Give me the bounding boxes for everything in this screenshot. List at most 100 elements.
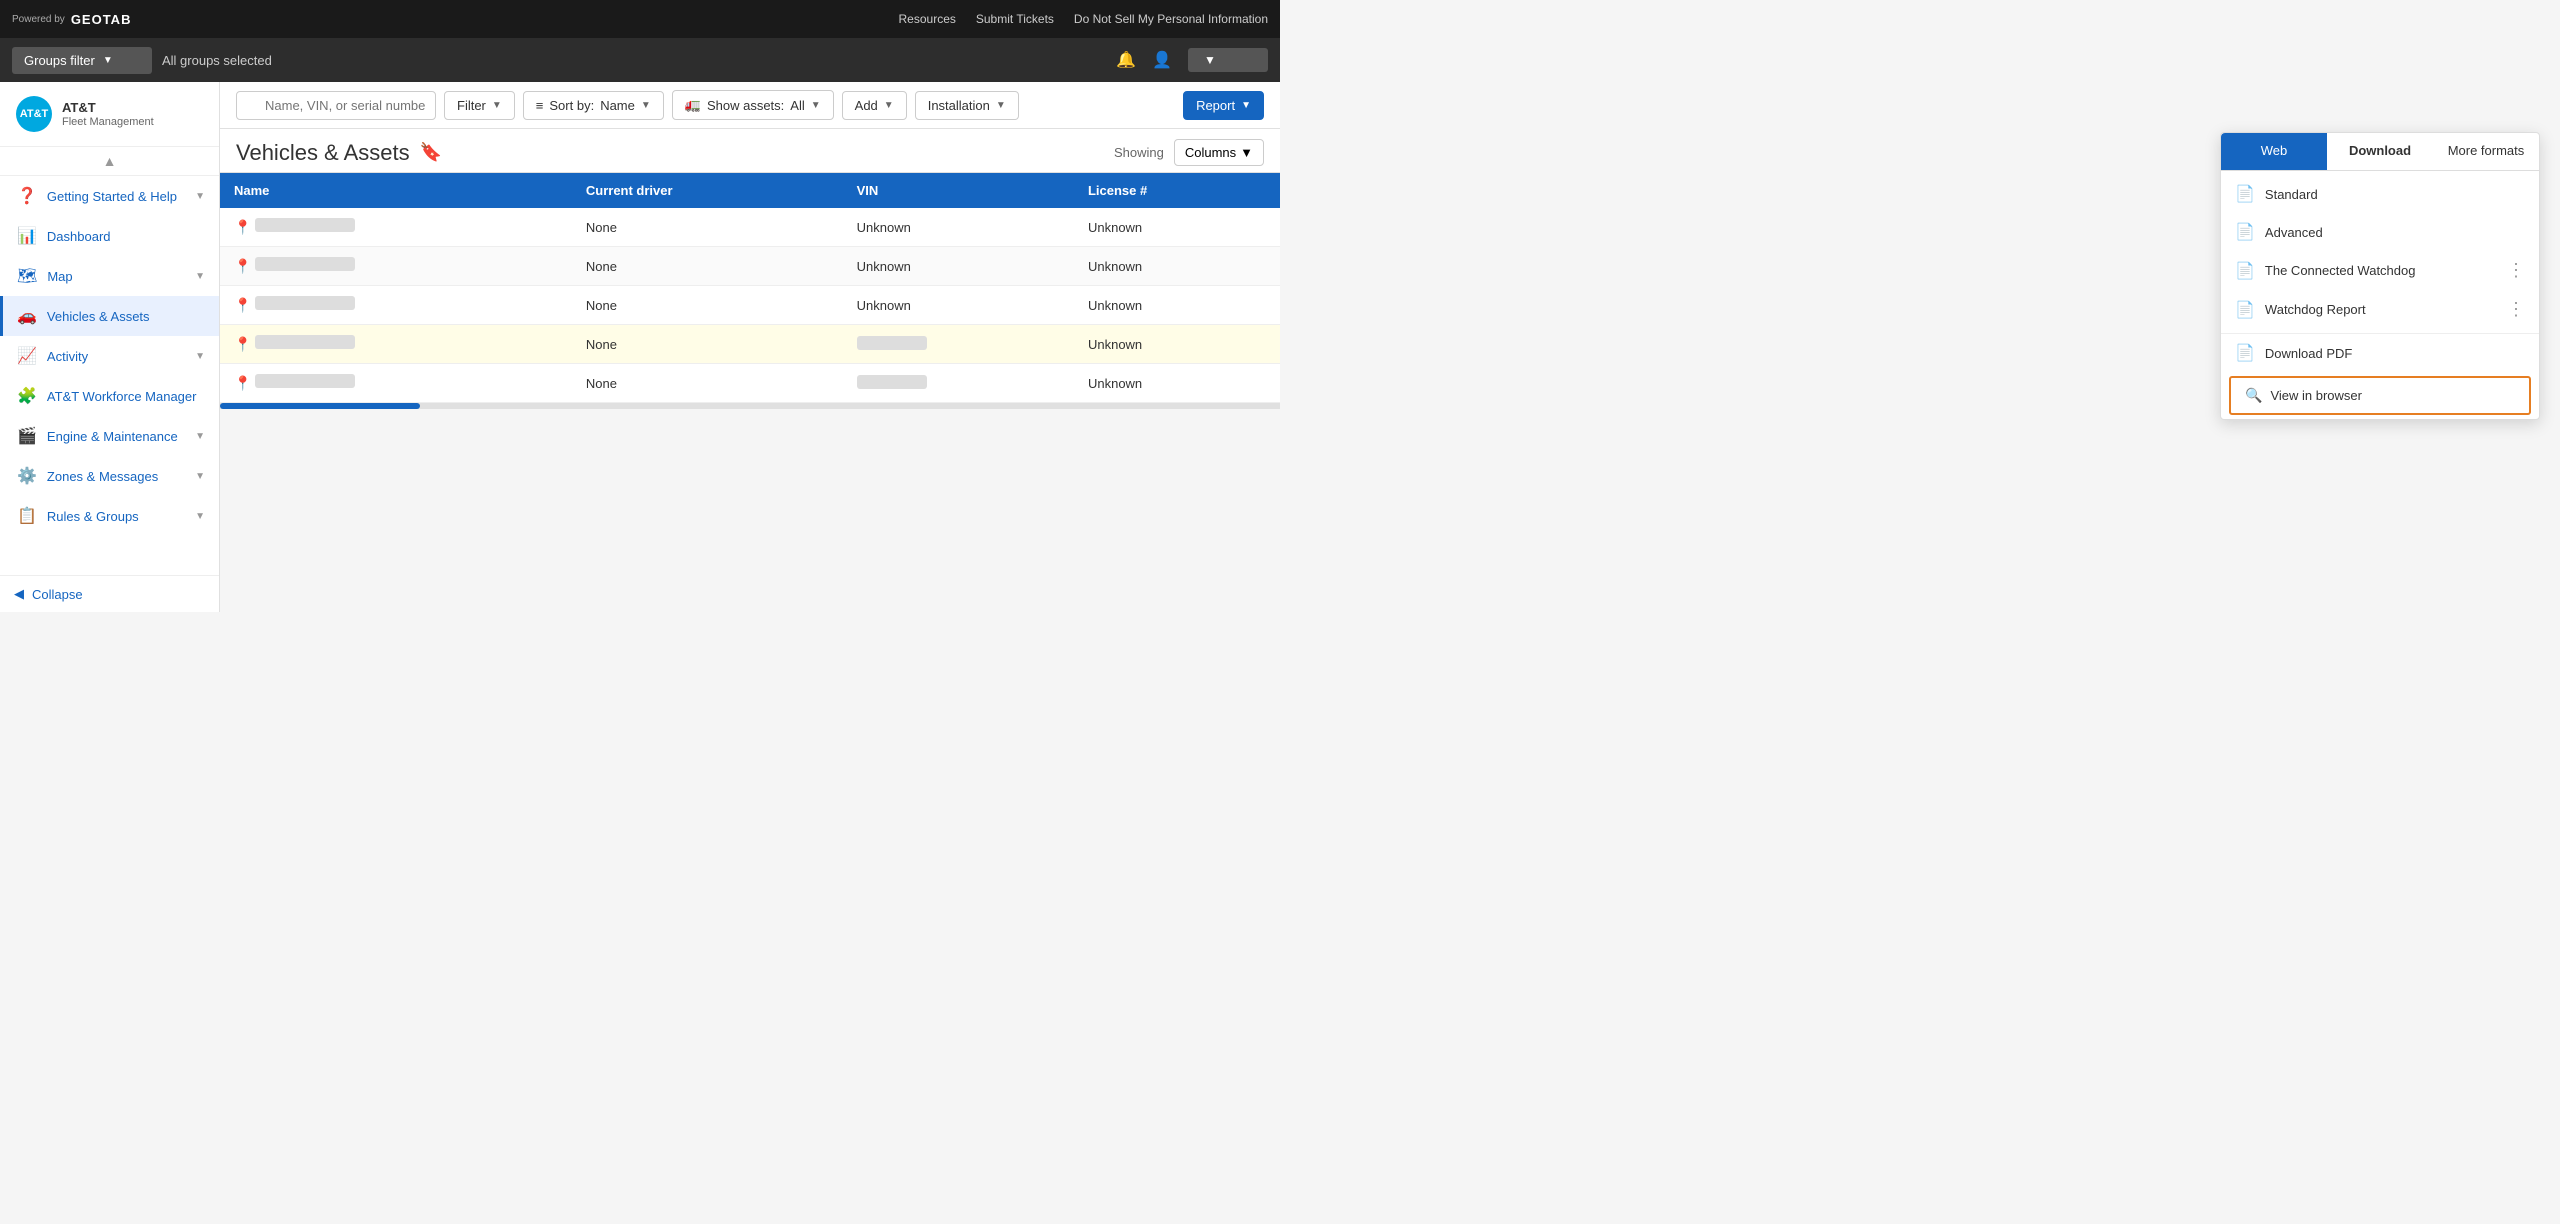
dashboard-icon: 📊 bbox=[17, 226, 37, 246]
vin-blurred bbox=[857, 336, 927, 350]
report-tab-download[interactable]: Download bbox=[2327, 133, 2433, 170]
report-dropdown-tabs: Web Download More formats bbox=[2221, 133, 2539, 171]
geotab-brand: GEOTAB bbox=[71, 12, 132, 27]
user-profile-icon[interactable]: 👤 bbox=[1152, 50, 1172, 70]
filter-button[interactable]: Filter ▼ bbox=[444, 91, 515, 120]
sidebar-item-label-engine: Engine & Maintenance bbox=[47, 429, 195, 444]
sort-button[interactable]: ≡ Sort by: Name ▼ bbox=[523, 91, 664, 120]
groups-bar: Groups filter ▼ All groups selected 🔔 👤 … bbox=[0, 38, 1280, 82]
download-pdf-label: Download PDF bbox=[2265, 346, 2352, 361]
report-tab-more[interactable]: More formats bbox=[2433, 133, 2539, 170]
vehicles-table: Name Current driver VIN License # 📍 None… bbox=[220, 173, 1280, 403]
report-item-pdf[interactable]: 📄 Download PDF bbox=[2221, 334, 2539, 372]
do-not-sell-link[interactable]: Do Not Sell My Personal Information bbox=[1074, 12, 1268, 26]
cell-pin: 📍 bbox=[220, 364, 572, 403]
table-row[interactable]: 📍 None Unknown Unknown bbox=[220, 286, 1280, 325]
standard-report-icon: 📄 bbox=[2235, 184, 2255, 204]
installation-button[interactable]: Installation ▼ bbox=[915, 91, 1019, 120]
sort-value: Name bbox=[600, 98, 635, 113]
sidebar-item-label-workforce: AT&T Workforce Manager bbox=[47, 389, 205, 404]
zones-icon: ⚙️ bbox=[17, 466, 37, 486]
download-section: 📄 Download PDF 🔍 View in browser bbox=[2221, 333, 2539, 415]
att-logo: AT&T bbox=[16, 96, 52, 132]
show-assets-label: Show assets: bbox=[707, 98, 784, 113]
page-title-text: Vehicles & Assets bbox=[236, 140, 410, 166]
sidebar-item-rules[interactable]: 📋 Rules & Groups ▼ bbox=[0, 496, 219, 536]
add-button[interactable]: Add ▼ bbox=[842, 91, 907, 120]
sidebar-logo-area: AT&T AT&T Fleet Management bbox=[0, 82, 219, 147]
more-options-icon[interactable]: ⋮ bbox=[2507, 260, 2525, 281]
truck-icon: 🚛 bbox=[685, 97, 701, 113]
groups-filter-button[interactable]: Groups filter ▼ bbox=[12, 47, 152, 74]
show-assets-arrow-icon: ▼ bbox=[811, 100, 821, 111]
table-row[interactable]: 📍 None Unknown bbox=[220, 325, 1280, 364]
report-arrow-icon: ▼ bbox=[1241, 100, 1251, 111]
sidebar-item-map[interactable]: 🗺 Map ▼ bbox=[0, 256, 219, 296]
sidebar-collapse-button[interactable]: ◀ Collapse bbox=[0, 575, 219, 612]
location-pin-icon: 📍 bbox=[234, 297, 251, 313]
table-row[interactable]: 📍 None Unknown Unknown bbox=[220, 247, 1280, 286]
sidebar-item-zones[interactable]: ⚙️ Zones & Messages ▼ bbox=[0, 456, 219, 496]
watchdog-report-label: Watchdog Report bbox=[2265, 302, 2366, 317]
search-wrapper: 🔍 bbox=[236, 91, 436, 120]
toolbar: 🔍 Filter ▼ ≡ Sort by: Name ▼ 🚛 Show asse… bbox=[220, 82, 1280, 129]
report-item-view-browser[interactable]: 🔍 View in browser bbox=[2229, 376, 2531, 415]
report-item-advanced[interactable]: 📄 Advanced bbox=[2221, 213, 2539, 251]
columns-button[interactable]: Columns ▼ bbox=[1174, 139, 1264, 166]
table-container: Name Current driver VIN License # 📍 None… bbox=[220, 173, 1280, 612]
horizontal-scrollbar[interactable] bbox=[220, 403, 1280, 409]
sidebar-item-workforce[interactable]: 🧩 AT&T Workforce Manager bbox=[0, 376, 219, 416]
report-label: Report bbox=[1196, 98, 1235, 113]
show-assets-button[interactable]: 🚛 Show assets: All ▼ bbox=[672, 90, 834, 120]
cell-vin: Unknown bbox=[843, 247, 1074, 286]
download-tab-label: Download bbox=[2349, 143, 2411, 158]
sidebar-item-activity[interactable]: 📈 Activity ▼ bbox=[0, 336, 219, 376]
chevron-down-icon-activity: ▼ bbox=[195, 351, 205, 362]
table-row[interactable]: 📍 None Unknown Unknown bbox=[220, 208, 1280, 247]
user-menu-button[interactable]: ▼ bbox=[1188, 48, 1268, 72]
add-arrow-icon: ▼ bbox=[884, 100, 894, 111]
notification-bell-icon[interactable]: 🔔 bbox=[1116, 50, 1136, 70]
sort-label: Sort by: bbox=[549, 98, 594, 113]
location-pin-blue-icon: 📍 bbox=[234, 375, 251, 391]
web-tab-label: Web bbox=[2261, 143, 2288, 158]
powered-by-text: Powered by bbox=[12, 14, 65, 25]
report-tab-web[interactable]: Web bbox=[2221, 133, 2327, 170]
groups-filter-arrow-icon: ▼ bbox=[103, 55, 113, 66]
col-driver: Current driver bbox=[572, 173, 843, 208]
activity-icon: 📈 bbox=[17, 346, 37, 366]
report-item-watchdog[interactable]: 📄 Watchdog Report ⋮ bbox=[2221, 290, 2539, 329]
report-item-standard[interactable]: 📄 Standard bbox=[2221, 175, 2539, 213]
report-button[interactable]: Report ▼ bbox=[1183, 91, 1264, 120]
search-input[interactable] bbox=[236, 91, 436, 120]
report-item-connected-watchdog[interactable]: 📄 The Connected Watchdog ⋮ bbox=[2221, 251, 2539, 290]
watchdog-report-icon: 📄 bbox=[2235, 261, 2255, 281]
sidebar-item-label-rules: Rules & Groups bbox=[47, 509, 195, 524]
submit-tickets-link[interactable]: Submit Tickets bbox=[976, 12, 1054, 26]
cell-license: Unknown bbox=[1074, 208, 1280, 247]
brand-name: AT&T bbox=[62, 100, 154, 117]
sidebar-scroll-up[interactable]: ▲ bbox=[0, 147, 219, 176]
collapse-label: Collapse bbox=[32, 587, 83, 602]
cell-license: Unknown bbox=[1074, 364, 1280, 403]
sidebar: AT&T AT&T Fleet Management ▲ ❓ Getting S… bbox=[0, 82, 220, 612]
engine-icon: 🎬 bbox=[17, 426, 37, 446]
cell-license: Unknown bbox=[1074, 286, 1280, 325]
sidebar-item-vehicles[interactable]: 🚗 Vehicles & Assets bbox=[0, 296, 219, 336]
sidebar-item-dashboard[interactable]: 📊 Dashboard bbox=[0, 216, 219, 256]
sort-lines-icon: ≡ bbox=[536, 98, 544, 113]
more-options-icon2[interactable]: ⋮ bbox=[2507, 299, 2525, 320]
watchdog-item-left2: 📄 Watchdog Report bbox=[2235, 300, 2366, 320]
table-row[interactable]: 📍 None Unknown bbox=[220, 364, 1280, 403]
filter-arrow-icon: ▼ bbox=[492, 100, 502, 111]
page-title: Vehicles & Assets 🔖 bbox=[236, 140, 442, 166]
cell-pin: 📍 bbox=[220, 208, 572, 247]
cell-license: Unknown bbox=[1074, 325, 1280, 364]
cell-vin bbox=[843, 364, 1074, 403]
sidebar-item-getting-started[interactable]: ❓ Getting Started & Help ▼ bbox=[0, 176, 219, 216]
resources-link[interactable]: Resources bbox=[899, 12, 956, 26]
sidebar-item-engine[interactable]: 🎬 Engine & Maintenance ▼ bbox=[0, 416, 219, 456]
report-web-items: 📄 Standard 📄 Advanced 📄 The Connected Wa… bbox=[2221, 171, 2539, 333]
bookmark-icon[interactable]: 🔖 bbox=[420, 142, 442, 163]
table-header-row: Name Current driver VIN License # bbox=[220, 173, 1280, 208]
